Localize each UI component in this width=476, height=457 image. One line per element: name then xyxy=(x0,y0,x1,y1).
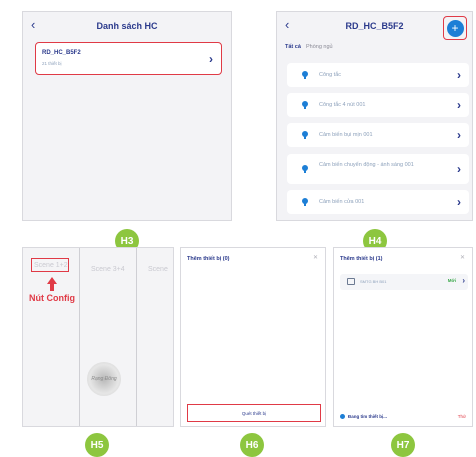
page-title: Danh sách HC xyxy=(96,21,158,31)
close-icon[interactable]: ✕ xyxy=(313,254,318,261)
h7-screen: Thêm thiết bị (1) ✕ SMTG BH B01 Mới › Đa… xyxy=(333,247,473,427)
device-row[interactable]: Cảm biến cửa 001 › xyxy=(287,190,469,214)
stop-link[interactable]: Thử xyxy=(458,414,466,419)
bulb-icon xyxy=(302,198,308,206)
h6-screen: Thêm thiết bị (0) ✕ Quét thiết bị xyxy=(180,247,326,427)
config-annotation: Nút Config xyxy=(29,293,75,303)
device-status: Mới xyxy=(447,278,456,283)
loading-icon xyxy=(340,414,345,419)
h3-screen: ‹ Danh sách HC RD_HC_B5F2 21 thiết bị › xyxy=(22,11,232,221)
h5-photo: Scene 1+2 Scene 3+4 Scene Nút Config Rạn… xyxy=(22,247,174,427)
close-icon[interactable]: ✕ xyxy=(460,254,465,261)
chevron-right-icon: › xyxy=(457,68,461,82)
device-name: Cảm biến cửa 001 xyxy=(319,199,365,205)
chevron-right-icon: › xyxy=(457,98,461,112)
bulb-icon xyxy=(302,101,308,109)
device-logo: Rạng Đông xyxy=(87,362,121,396)
chevron-right-icon: › xyxy=(209,52,213,66)
device-name: Cảm biến chuyển động - ánh sáng 001 xyxy=(319,162,414,168)
page-title: RD_HC_B5F2 xyxy=(345,21,404,31)
chevron-left-icon[interactable]: ‹ xyxy=(31,17,35,33)
scan-devices-button[interactable]: Quét thiết bị xyxy=(187,404,321,422)
caption-h5: H5 xyxy=(85,433,109,457)
device-name: Công tắc xyxy=(319,72,342,78)
device-row[interactable]: Công tắc 4 nút 001 › xyxy=(287,93,469,117)
scanning-status: Đang tìm thiết bị... Thử xyxy=(340,413,468,423)
device-name: Công tắc 4 nút 001 xyxy=(319,102,366,108)
add-device-button[interactable]: + xyxy=(443,16,467,40)
dialog-title: Thêm thiết bị (1) xyxy=(340,256,383,262)
h4-screen: ‹ RD_HC_B5F2 + Tất cả Phòng ngủ Công tắc… xyxy=(276,11,473,221)
device-name: Cảm biến bụi mịn 001 xyxy=(319,132,373,138)
bulb-icon xyxy=(302,71,308,79)
scanning-text: Đang tìm thiết bị... xyxy=(348,414,387,419)
dialog-title: Thêm thiết bị (0) xyxy=(187,256,230,262)
chevron-right-icon: › xyxy=(462,276,465,285)
scan-label: Quét thiết bị xyxy=(241,410,267,416)
hc-list-item[interactable]: RD_HC_B5F2 21 thiết bị › xyxy=(35,42,222,75)
scene-label-3: Scene xyxy=(148,266,168,273)
bulb-icon xyxy=(302,165,308,173)
tab-bedroom[interactable]: Phòng ngủ xyxy=(306,44,333,50)
caption-h7: H7 xyxy=(391,433,415,457)
switch-column xyxy=(23,248,80,426)
device-row[interactable]: Cảm biến chuyển động - ánh sáng 001 › xyxy=(287,154,469,184)
device-row[interactable]: Cảm biến bụi mịn 001 › xyxy=(287,123,469,147)
arrow-shaft xyxy=(50,283,54,291)
chevron-right-icon: › xyxy=(457,195,461,209)
chevron-right-icon: › xyxy=(457,162,461,176)
chevron-left-icon[interactable]: ‹ xyxy=(285,17,289,33)
tab-all[interactable]: Tất cả xyxy=(285,44,301,50)
config-button-highlight[interactable] xyxy=(31,258,69,272)
switch-column xyxy=(80,248,137,426)
caption-h6: H6 xyxy=(240,433,264,457)
scene-label-2: Scene 3+4 xyxy=(91,266,125,273)
hc-device-count: 21 thiết bị xyxy=(42,61,62,66)
device-icon xyxy=(347,278,355,285)
found-device-row[interactable]: SMTG BH B01 Mới › xyxy=(340,274,468,290)
device-row[interactable]: Công tắc › xyxy=(287,63,469,87)
device-name: SMTG BH B01 xyxy=(360,279,387,284)
plus-icon: + xyxy=(446,19,464,37)
bulb-icon xyxy=(302,131,308,139)
h3-header: ‹ Danh sách HC xyxy=(23,12,231,40)
chevron-right-icon: › xyxy=(457,128,461,142)
hc-name: RD_HC_B5F2 xyxy=(42,50,81,56)
logo-text: Rạng Đông xyxy=(91,376,117,382)
